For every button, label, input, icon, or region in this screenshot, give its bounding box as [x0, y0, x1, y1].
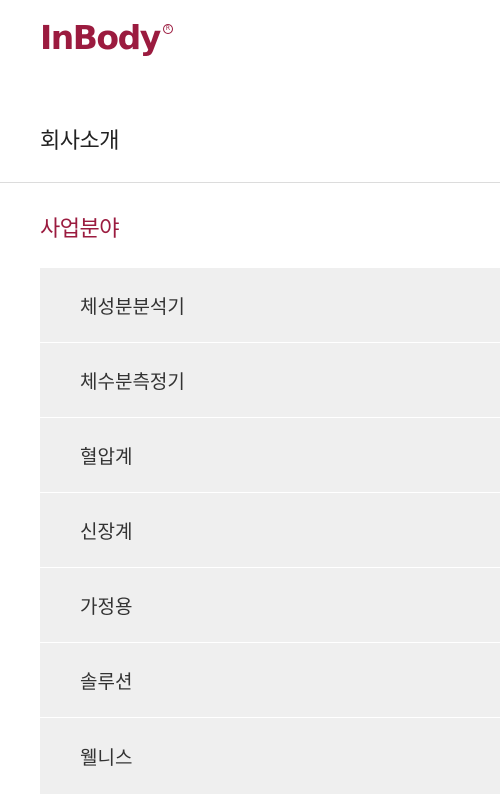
submenu-item-body-composition-analyzer[interactable]: 체성분분석기 — [40, 268, 500, 343]
business-submenu: 체성분분석기 체수분측정기 혈압계 신장계 가정용 솔루션 웰니스 — [40, 268, 500, 794]
submenu-item-label: 솔루션 — [80, 670, 133, 693]
submenu-item-solution[interactable]: 솔루션 — [40, 643, 500, 718]
nav-item-label: 회사소개 — [40, 128, 119, 154]
submenu-item-label: 신장계 — [80, 520, 133, 543]
nav-item-label: 사업분야 — [40, 217, 119, 242]
nav-item-company[interactable]: 회사소개 — [0, 95, 500, 183]
nav-item-business[interactable]: 사업분야 — [0, 183, 500, 271]
header: InBody R — [0, 0, 500, 95]
brand-logo[interactable]: InBody — [40, 18, 161, 58]
submenu-item-body-water-analyzer[interactable]: 체수분측정기 — [40, 343, 500, 418]
submenu-item-blood-pressure-monitor[interactable]: 혈압계 — [40, 418, 500, 493]
submenu-item-label: 체성분분석기 — [80, 295, 185, 318]
submenu-item-stadiometer[interactable]: 신장계 — [40, 493, 500, 568]
submenu-item-wellness[interactable]: 웰니스 — [40, 718, 500, 794]
registered-mark-icon: R — [163, 24, 173, 34]
main-nav: 회사소개 사업분야 체성분분석기 체수분측정기 혈압계 신장계 가정용 솔루션 … — [0, 95, 500, 794]
submenu-item-home[interactable]: 가정용 — [40, 568, 500, 643]
submenu-item-label: 웰니스 — [80, 746, 133, 769]
submenu-item-label: 가정용 — [80, 595, 133, 618]
submenu-item-label: 체수분측정기 — [80, 370, 185, 393]
submenu-item-label: 혈압계 — [80, 445, 133, 468]
